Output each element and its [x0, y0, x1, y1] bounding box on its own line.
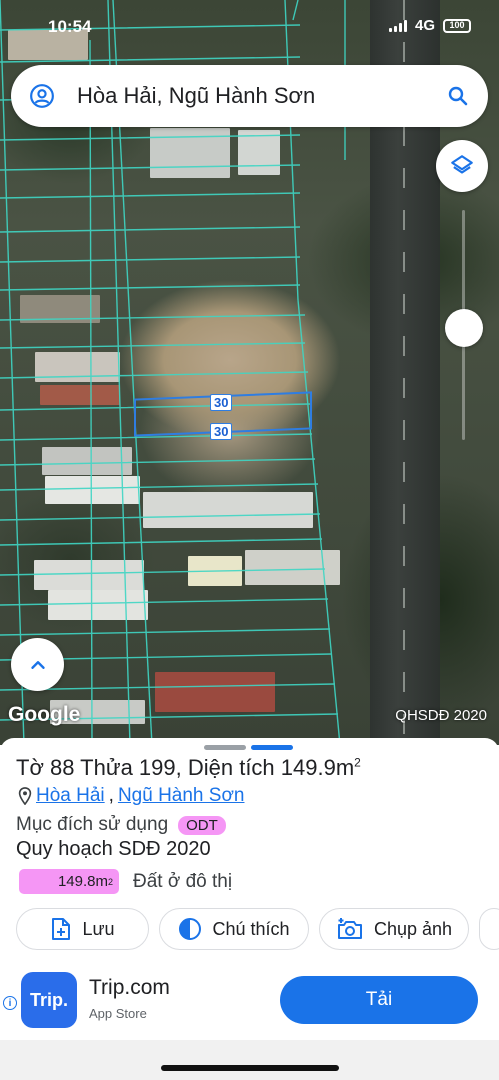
- half-circle-icon: [179, 918, 202, 940]
- plan-land-type: Đất ở đô thị: [133, 870, 233, 892]
- ad-subtitle: App Store: [89, 1006, 147, 1021]
- measure-label-top: 30: [210, 394, 233, 411]
- save-button[interactable]: Lưu: [16, 908, 149, 950]
- google-logo: Google: [8, 703, 81, 726]
- camera-add-icon: [337, 918, 362, 939]
- search-bar[interactable]: Hòa Hải, Ngũ Hành Sơn: [11, 65, 488, 127]
- search-icon[interactable]: [446, 84, 470, 108]
- plan-area-value: 149.8m: [57, 873, 108, 890]
- ward-link[interactable]: Hòa Hải: [36, 785, 105, 807]
- expand-sheet-button[interactable]: [11, 638, 64, 691]
- land-use-purpose: Mục đích sử dụng ODT: [16, 814, 226, 836]
- measure-label-bottom: 30: [210, 423, 233, 440]
- add-document-icon: [52, 918, 71, 940]
- layers-icon: [451, 155, 473, 174]
- purpose-code-badge: ODT: [178, 815, 226, 835]
- district-link[interactable]: Ngũ Hành Sơn: [118, 785, 245, 807]
- take-photo-button[interactable]: Chụp ảnh: [319, 908, 469, 950]
- parcel-address: Hòa Hải, Ngũ Hành Sơn: [18, 785, 244, 807]
- home-indicator-area: [0, 1040, 499, 1080]
- search-input[interactable]: Hòa Hải, Ngũ Hành Sơn: [77, 83, 446, 109]
- status-indicators: 4G 100: [388, 17, 471, 34]
- home-indicator[interactable]: [161, 1065, 339, 1071]
- account-icon[interactable]: [29, 83, 55, 109]
- sheet-handle[interactable]: [204, 745, 293, 750]
- action-row: Lưu Chú thích Chụp ảnh: [16, 908, 499, 950]
- plan-area-badge: 149.8m 2: [19, 869, 119, 894]
- plan-title: Quy hoạch SDĐ 2020: [16, 838, 211, 860]
- legend-button-label: Chú thích: [212, 918, 290, 939]
- layers-button[interactable]: [436, 140, 488, 192]
- purpose-label: Mục đích sử dụng: [16, 814, 169, 835]
- save-button-label: Lưu: [82, 918, 115, 939]
- signal-icon: [388, 19, 407, 32]
- legend-button[interactable]: Chú thích: [159, 908, 309, 950]
- parcel-title-sup: 2: [354, 755, 361, 770]
- ad-app-icon[interactable]: Trip.: [21, 972, 77, 1028]
- more-action-button[interactable]: [479, 908, 499, 950]
- address-separator: ,: [108, 785, 114, 806]
- plan-row: 149.8m 2 Đất ở đô thị: [19, 869, 232, 894]
- take-photo-button-label: Chụp ảnh: [373, 918, 453, 939]
- battery-icon: 100: [443, 18, 471, 33]
- location-pin-icon: [18, 787, 32, 805]
- chevron-up-icon: [30, 660, 45, 669]
- ad-title: Trip.com: [89, 976, 170, 999]
- ad-banner[interactable]: i Trip. Trip.com App Store Tải: [0, 966, 499, 1040]
- parcel-title: Tờ 88 Thửa 199, Diện tích 149.9m2: [16, 755, 361, 781]
- plan-area-sup: 2: [107, 876, 113, 887]
- ad-install-button[interactable]: Tải: [280, 976, 478, 1024]
- status-time: 10:54: [48, 17, 92, 36]
- parcel-title-text: Tờ 88 Thửa 199, Diện tích 149.9m: [16, 755, 355, 780]
- map-layer-label: QHSDĐ 2020: [395, 707, 487, 724]
- parcel-info-sheet[interactable]: Tờ 88 Thửa 199, Diện tích 149.9m2 Hòa Hả…: [0, 738, 499, 1080]
- network-type: 4G: [414, 17, 435, 34]
- battery-level: 100: [449, 20, 465, 30]
- ad-info-icon[interactable]: i: [3, 996, 17, 1010]
- zoom-slider-handle[interactable]: [445, 309, 483, 347]
